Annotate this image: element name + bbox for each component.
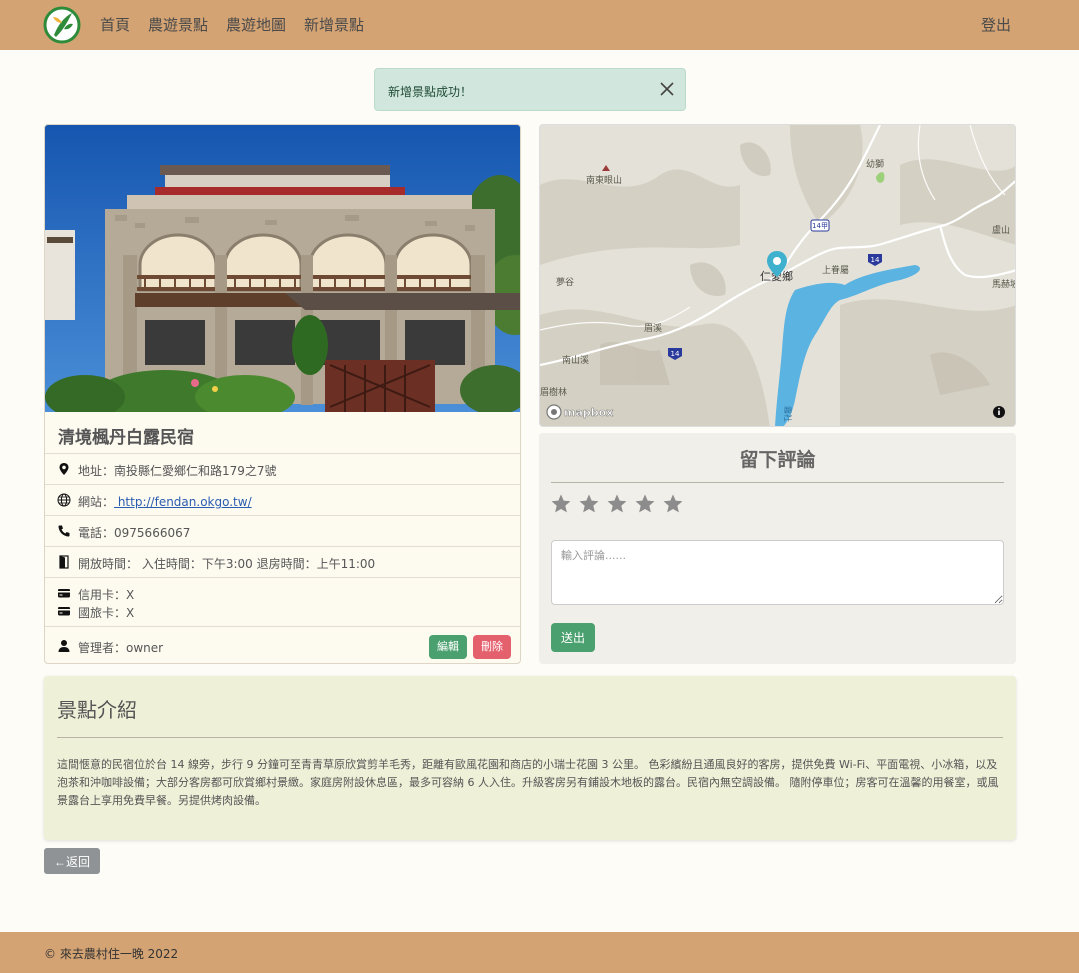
delete-button[interactable]: 刪除 <box>473 635 511 659</box>
spot-photo <box>45 125 520 412</box>
website-row: 網站： http://fendan.okgo.tw/ <box>45 484 520 515</box>
route-shield-label: 14甲 <box>812 222 828 230</box>
submit-button[interactable]: 送出 <box>551 623 595 652</box>
star-icon[interactable] <box>634 493 656 515</box>
nav-link-home[interactable]: 首頁 <box>100 14 130 35</box>
website-label: 網站： <box>78 495 115 509</box>
credit-value: X <box>126 588 135 602</box>
divider <box>57 737 1003 738</box>
map-label: 眉溪 <box>644 322 662 334</box>
star-rating[interactable] <box>550 493 685 519</box>
address-value: 南投縣仁愛鄉仁和路179之7號 <box>114 464 277 478</box>
map-label: 盧山 <box>992 224 1010 236</box>
nav-link-add-spot[interactable]: 新增景點 <box>304 14 364 35</box>
divider <box>551 482 1004 483</box>
intro-section: 景點介紹 這間愜意的民宿位於台 14 線旁，步行 9 分鐘可至青青草原欣賞剪羊毛… <box>44 676 1016 840</box>
spot-card: 清境楓丹白露民宿 地址：南投縣仁愛鄉仁和路179之7號 網站： http://f… <box>44 124 521 664</box>
map-label: 幼獅 <box>866 158 884 170</box>
close-icon[interactable] <box>659 81 675 97</box>
website-link[interactable]: http://fendan.okgo.tw/ <box>114 495 252 509</box>
nav-link-spots[interactable]: 農遊景點 <box>148 14 208 35</box>
alert-message: 新增景點成功！ <box>388 85 473 99</box>
back-button[interactable]: ←返回 <box>44 848 100 874</box>
payment-row: 信用卡：X 國旅卡：X <box>45 577 520 626</box>
map-label: 上眷屬 <box>822 264 849 276</box>
globe-icon <box>57 493 71 507</box>
star-icon[interactable] <box>578 493 600 515</box>
map-label: 眉樹林 <box>540 386 567 398</box>
footer: © 來去農村住一晚 2022 <box>0 932 1079 973</box>
star-icon[interactable] <box>606 493 628 515</box>
manager-value: owner <box>126 641 164 655</box>
map-label: 南山溪 <box>562 354 589 366</box>
route-shield-label: 14 <box>871 256 880 264</box>
map-marker-icon <box>59 463 69 475</box>
review-textarea[interactable] <box>551 540 1004 605</box>
phone-label: 電話： <box>78 526 115 540</box>
map-view[interactable]: 14甲 14 14 南東眼山 幼獅 仁愛鄉 上眷屬 夢谷 眉溪 南山溪 眉樹林 … <box>539 124 1016 427</box>
map-label: 霧社 <box>783 406 793 422</box>
hours-value: 入住時間：下午3:00 退房時間：上午11:00 <box>141 557 376 571</box>
logout-link[interactable]: 登出 <box>981 14 1011 35</box>
credit-label: 信用卡： <box>78 588 127 602</box>
star-icon[interactable] <box>550 493 572 515</box>
map-label: 夢谷 <box>556 276 574 288</box>
phone-value: 0975666067 <box>114 526 191 540</box>
review-panel: 留下評論 送出 <box>539 433 1016 664</box>
info-icon[interactable] <box>993 406 1005 418</box>
user-icon <box>58 640 70 652</box>
map-label: 南東眼山 <box>586 174 622 186</box>
address-row: 地址：南投縣仁愛鄉仁和路179之7號 <box>45 453 520 484</box>
success-alert: 新增景點成功！ <box>374 68 686 111</box>
manager-label: 管理者： <box>78 641 127 655</box>
manager-row: 管理者：owner 編輯 刪除 <box>45 626 520 663</box>
copyright-text: © 來去農村住一晚 2022 <box>44 947 179 961</box>
address-label: 地址： <box>78 464 115 478</box>
edit-button[interactable]: 編輯 <box>429 635 467 659</box>
review-title: 留下評論 <box>739 449 816 471</box>
travel-label: 國旅卡： <box>78 606 127 620</box>
intro-title: 景點介紹 <box>57 698 137 722</box>
nav-link-map[interactable]: 農遊地圖 <box>226 14 286 35</box>
navbar: 首頁 農遊景點 農遊地圖 新增景點 登出 <box>0 0 1079 50</box>
mapbox-logo[interactable]: mapbox <box>546 404 614 420</box>
intro-body: 這間愜意的民宿位於台 14 線旁，步行 9 分鐘可至青青草原欣賞剪羊毛秀，距離有… <box>57 758 999 807</box>
spot-name: 清境楓丹白露民宿 <box>58 428 194 448</box>
mapbox-attribution: mapbox <box>564 406 613 419</box>
map-label: 馬赫坡 <box>992 278 1016 290</box>
route-shield-label: 14 <box>671 350 680 358</box>
door-open-icon <box>59 555 69 569</box>
hours-row: 開放時間： 入住時間：下午3:00 退房時間：上午11:00 <box>45 546 520 577</box>
phone-icon <box>58 525 70 537</box>
phone-row: 電話：0975666067 <box>45 515 520 546</box>
star-icon[interactable] <box>662 493 684 515</box>
hours-label: 開放時間： <box>78 557 139 571</box>
brand-logo-icon[interactable] <box>42 5 82 45</box>
travel-value: X <box>126 606 135 620</box>
travel-card-icon <box>58 607 70 616</box>
credit-card-icon <box>58 589 70 598</box>
map-canvas[interactable]: 14甲 14 14 南東眼山 幼獅 仁愛鄉 上眷屬 夢谷 眉溪 南山溪 眉樹林 … <box>540 125 1016 427</box>
